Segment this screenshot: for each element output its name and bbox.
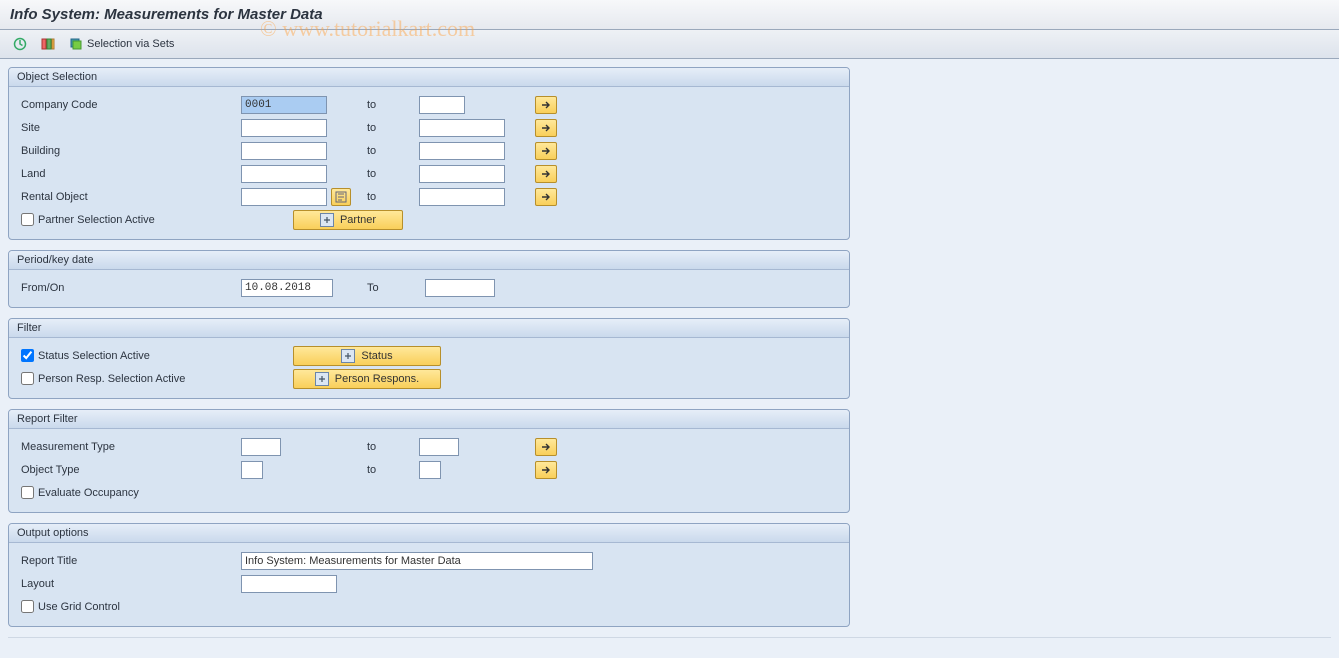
company-code-to-input[interactable] <box>419 96 465 114</box>
measurement-type-multiple-selection-button[interactable] <box>535 438 557 456</box>
group-output-options: Output options Report Title Layout Use G… <box>8 523 850 627</box>
arrow-right-icon <box>541 123 551 133</box>
to-label: to <box>351 191 419 203</box>
to-label: to <box>327 168 419 180</box>
person-resp-selection-active-checkbox[interactable] <box>21 372 34 385</box>
label-land: Land <box>17 168 241 180</box>
company-code-multiple-selection-button[interactable] <box>535 96 557 114</box>
status-selection-active-checkbox[interactable] <box>21 349 34 362</box>
label-report-title: Report Title <box>17 555 241 567</box>
person-respons-button-label: Person Respons. <box>335 373 419 385</box>
selection-via-sets-label: Selection via Sets <box>87 38 174 50</box>
use-grid-control-label: Use Grid Control <box>38 601 120 613</box>
layers-icon <box>69 37 83 51</box>
to-label: To <box>333 282 425 294</box>
from-on-input[interactable] <box>241 279 333 297</box>
rental-object-from-input[interactable] <box>241 188 327 206</box>
object-type-from-input[interactable] <box>241 461 263 479</box>
to-label: to <box>281 441 419 453</box>
expand-icon <box>341 349 355 363</box>
page-title: Info System: Measurements for Master Dat… <box>0 0 1339 30</box>
rental-object-search-help-button[interactable] <box>331 188 351 206</box>
arrow-right-icon <box>541 100 551 110</box>
person-resp-selection-active-label: Person Resp. Selection Active <box>38 373 185 385</box>
partner-selection-active-checkbox[interactable] <box>21 213 34 226</box>
dynamic-selections-button[interactable] <box>36 34 60 54</box>
label-building: Building <box>17 145 241 157</box>
arrow-right-icon <box>541 465 551 475</box>
building-from-input[interactable] <box>241 142 327 160</box>
footer-divider <box>8 637 1331 638</box>
group-header-object-selection: Object Selection <box>9 68 849 87</box>
dynamic-selections-icon <box>41 37 55 51</box>
label-object-type: Object Type <box>17 464 241 476</box>
measurement-type-to-input[interactable] <box>419 438 459 456</box>
report-title-input[interactable] <box>241 552 593 570</box>
clock-execute-icon <box>13 37 27 51</box>
label-company-code: Company Code <box>17 99 241 111</box>
group-header-period: Period/key date <box>9 251 849 270</box>
partner-selection-active-label: Partner Selection Active <box>38 214 155 226</box>
label-site: Site <box>17 122 241 134</box>
period-to-input[interactable] <box>425 279 495 297</box>
to-label: to <box>327 122 419 134</box>
object-type-to-input[interactable] <box>419 461 441 479</box>
arrow-right-icon <box>541 442 551 452</box>
land-to-input[interactable] <box>419 165 505 183</box>
site-multiple-selection-button[interactable] <box>535 119 557 137</box>
status-button[interactable]: Status <box>293 346 441 366</box>
group-header-output-options: Output options <box>9 524 849 543</box>
expand-icon <box>320 213 334 227</box>
site-from-input[interactable] <box>241 119 327 137</box>
building-to-input[interactable] <box>419 142 505 160</box>
to-label: to <box>327 99 419 111</box>
use-grid-control-checkbox[interactable] <box>21 600 34 613</box>
toolbar: Selection via Sets © www.tutorialkart.co… <box>0 30 1339 59</box>
person-respons-button[interactable]: Person Respons. <box>293 369 441 389</box>
site-to-input[interactable] <box>419 119 505 137</box>
to-label: to <box>327 145 419 157</box>
to-label: to <box>263 464 419 476</box>
selection-via-sets-button[interactable]: Selection via Sets <box>64 34 179 54</box>
group-object-selection: Object Selection Company Code to Site to <box>8 67 850 240</box>
group-filter: Filter Status Selection Active Status Pe… <box>8 318 850 399</box>
layout-input[interactable] <box>241 575 337 593</box>
evaluate-occupancy-checkbox[interactable] <box>21 486 34 499</box>
execute-button[interactable] <box>8 34 32 54</box>
building-multiple-selection-button[interactable] <box>535 142 557 160</box>
status-selection-active-label: Status Selection Active <box>38 350 150 362</box>
arrow-right-icon <box>541 146 551 156</box>
arrow-right-icon <box>541 192 551 202</box>
group-header-report-filter: Report Filter <box>9 410 849 429</box>
partner-button-label: Partner <box>340 214 376 226</box>
expand-icon <box>315 372 329 386</box>
label-layout: Layout <box>17 578 241 590</box>
group-period-key-date: Period/key date From/On To <box>8 250 850 308</box>
partner-button[interactable]: Partner <box>293 210 403 230</box>
search-help-icon <box>335 191 347 203</box>
label-from-on: From/On <box>17 282 241 294</box>
evaluate-occupancy-label: Evaluate Occupancy <box>38 487 139 499</box>
content-area: Object Selection Company Code to Site to <box>0 59 1339 658</box>
group-report-filter: Report Filter Measurement Type to Object… <box>8 409 850 513</box>
status-button-label: Status <box>361 350 392 362</box>
measurement-type-from-input[interactable] <box>241 438 281 456</box>
land-multiple-selection-button[interactable] <box>535 165 557 183</box>
object-type-multiple-selection-button[interactable] <box>535 461 557 479</box>
label-measurement-type: Measurement Type <box>17 441 241 453</box>
arrow-right-icon <box>541 169 551 179</box>
land-from-input[interactable] <box>241 165 327 183</box>
group-header-filter: Filter <box>9 319 849 338</box>
rental-object-multiple-selection-button[interactable] <box>535 188 557 206</box>
label-rental-object: Rental Object <box>17 191 241 203</box>
rental-object-to-input[interactable] <box>419 188 505 206</box>
company-code-from-input[interactable] <box>241 96 327 114</box>
